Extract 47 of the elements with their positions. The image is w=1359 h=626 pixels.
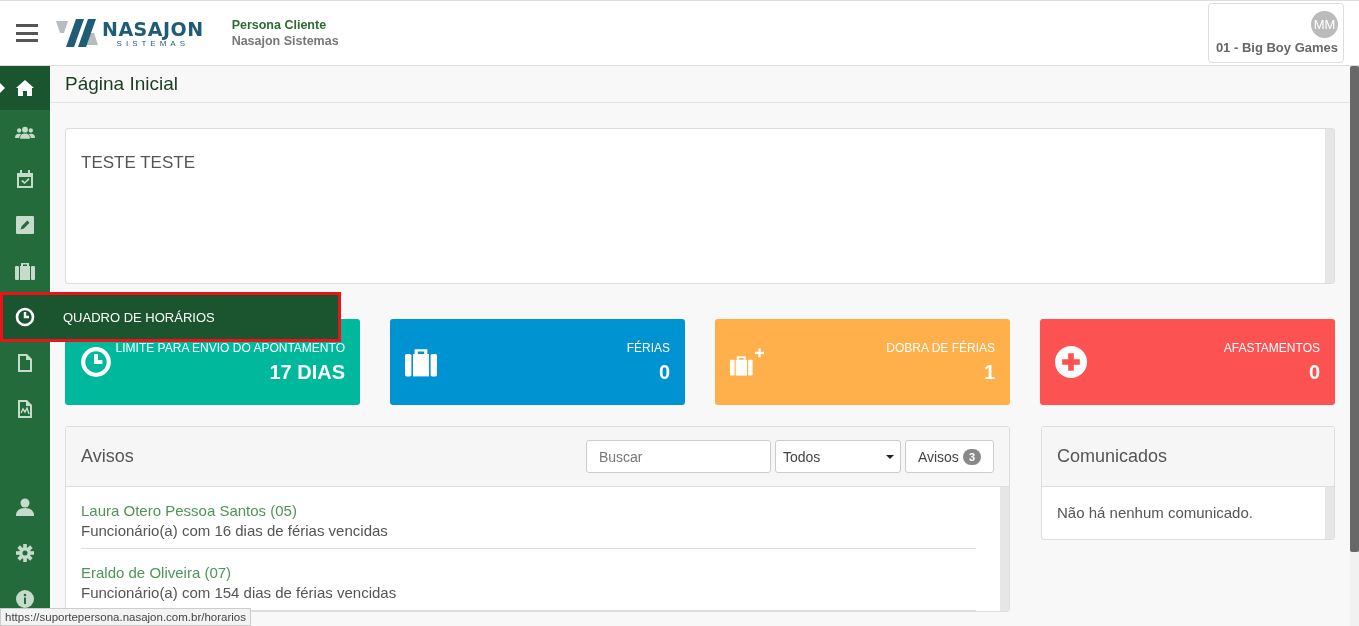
employee-link[interactable]: Laura Otero Pessoa Santos (05)	[81, 502, 976, 519]
panel-title: Comunicados	[1057, 446, 1168, 467]
clock-icon	[80, 346, 112, 378]
empty-message: Não há nenhum comunicado.	[1056, 503, 1254, 523]
briefcase-plus-icon	[730, 348, 764, 376]
users-icon	[15, 124, 35, 142]
notice-text: Funcionário(a) com 154 dias de férias vencidas	[81, 584, 398, 601]
briefcase-icon	[405, 346, 437, 378]
welcome-text: TESTE TESTE	[81, 153, 196, 173]
search-field[interactable]: Buscar	[585, 440, 771, 473]
stat-value: 0	[658, 360, 670, 384]
avatar: MM	[1311, 11, 1338, 38]
page-title: Página Inicial	[65, 73, 179, 95]
stat-label: AFASTAMENTOS	[1223, 340, 1320, 355]
company-name: Nasajon Sistemas	[231, 34, 339, 48]
sidebar-item-tooltip[interactable]: QUADRO DE HORÁRIOS	[0, 292, 341, 342]
account-name: 01 - Big Boy Games	[1215, 40, 1338, 55]
calendar-check-icon	[15, 170, 35, 188]
stat-value: 1	[983, 360, 995, 384]
file-chart-icon	[15, 400, 35, 418]
sidebar-item[interactable]	[0, 66, 50, 110]
panel-title: Avisos	[81, 446, 134, 467]
employee-link[interactable]: Eraldo de Oliveira (07)	[81, 564, 976, 581]
stat-value: 17 DIAS	[269, 360, 345, 384]
stat-label: DOBRA DE FÉRIAS	[886, 340, 995, 355]
clock-icon	[15, 307, 35, 327]
notice-text: Funcionário(a) com 16 dias de férias vencidas	[81, 522, 389, 539]
home-icon	[15, 79, 35, 97]
stat-label: FÉRIAS	[626, 340, 670, 355]
status-url-tooltip: https://suportepersona.nasajon.com.br/horarios	[0, 608, 251, 626]
user-icon	[15, 498, 35, 516]
briefcase-icon	[15, 262, 35, 280]
menu-icon[interactable]	[16, 24, 38, 42]
tooltip-label: QUADRO DE HORÁRIOS	[63, 309, 215, 325]
caret-icon	[0, 83, 5, 93]
file-icon	[15, 354, 35, 372]
edit-icon	[15, 216, 35, 234]
plus-circle-icon	[1055, 346, 1087, 378]
info-icon	[15, 590, 35, 608]
company-logo: NASAJON SISTEMAS	[54, 17, 204, 49]
account-switcher[interactable]: MM 01 - Big Boy Games	[1208, 3, 1344, 63]
notices-button[interactable]: Avisos 3	[904, 440, 994, 473]
stat-label: LIMITE PARA ENVIO DO APONTAMENTO	[115, 340, 345, 355]
app-name: Persona Cliente	[231, 18, 328, 32]
filter-dropdown[interactable]: Todos	[774, 440, 901, 473]
settings-icon	[15, 544, 35, 562]
stat-value: 0	[1308, 360, 1320, 384]
